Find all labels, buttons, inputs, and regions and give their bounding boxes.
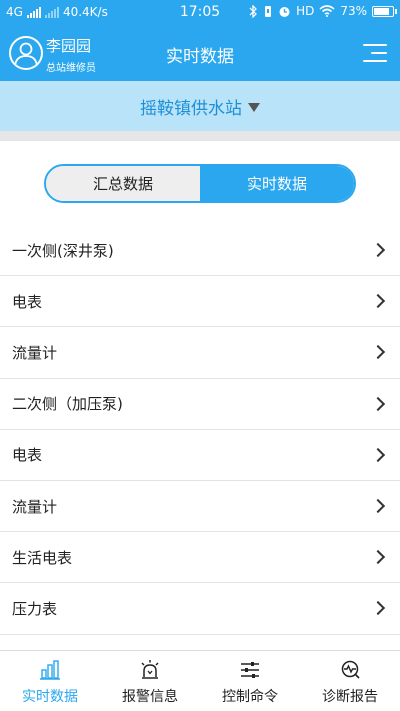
list-item-label: 压力表 xyxy=(12,599,58,618)
nav-realtime-data[interactable]: 实时数据 xyxy=(0,651,100,711)
section-divider xyxy=(0,131,400,141)
list-item-flow-meter[interactable]: 流量计 xyxy=(0,327,400,379)
vibrate-icon xyxy=(265,5,272,17)
nav-label: 诊断报告 xyxy=(322,689,378,705)
wifi-icon xyxy=(319,5,335,17)
chevron-right-icon xyxy=(370,498,386,514)
chevron-right-icon xyxy=(370,447,386,462)
list-item-label: 电表 xyxy=(12,292,43,311)
chevron-right-icon xyxy=(370,550,386,565)
app-header: 李园园 总站维修员 实时数据 xyxy=(0,26,400,81)
hd-label: HD xyxy=(296,4,315,18)
list-item-flow-meter-2[interactable]: 流量计 xyxy=(0,481,400,533)
menu-line xyxy=(363,44,387,46)
list-item-electric-meter[interactable]: 电表 xyxy=(0,276,400,328)
list-item-secondary-side[interactable]: 二次侧（加压泵) xyxy=(0,379,400,430)
nav-control-command[interactable]: 控制命令 xyxy=(200,651,300,711)
list-item-label: 电表 xyxy=(12,446,43,465)
bottom-nav: 实时数据 报警信息 控制命令 诊断报告 xyxy=(0,650,400,711)
battery-icon xyxy=(372,5,397,17)
chevron-right-icon xyxy=(370,294,386,309)
list-item-primary-side[interactable]: 一次侧(深井泵) xyxy=(0,225,400,277)
bluetooth-icon xyxy=(249,4,257,18)
battery-percent: 73% xyxy=(340,4,367,18)
status-right: HD 73% xyxy=(249,4,397,18)
status-bar: 4G 40.4K/s 17:05 HD 73% xyxy=(0,0,400,26)
nav-label: 实时数据 xyxy=(22,689,78,705)
realtime-data-tab[interactable]: 实时数据 xyxy=(200,166,354,201)
summary-data-tab[interactable]: 汇总数据 xyxy=(46,166,200,201)
dropdown-triangle-icon xyxy=(248,102,260,112)
list-item-label: 一次侧(深井泵) xyxy=(12,241,114,260)
list-item-electric-meter-2[interactable]: 电表 xyxy=(0,430,400,481)
station-selector[interactable]: 摇鞍镇供水站 xyxy=(0,81,400,131)
nav-diagnosis-report[interactable]: 诊断报告 xyxy=(300,651,400,711)
list-item-domestic-meter[interactable]: 生活电表 xyxy=(0,532,400,584)
station-name: 摇鞍镇供水站 xyxy=(140,98,242,119)
nav-label: 控制命令 xyxy=(222,689,278,705)
list-item-label: 生活电表 xyxy=(12,548,73,567)
list-item-label: 二次侧（加压泵) xyxy=(12,395,123,414)
chevron-right-icon xyxy=(370,601,386,616)
chevron-right-icon xyxy=(370,243,386,258)
diagnosis-icon xyxy=(341,660,360,679)
data-mode-toggle: 汇总数据 实时数据 xyxy=(44,164,356,203)
menu-line xyxy=(371,52,387,54)
alarm-clock-icon xyxy=(279,6,290,17)
menu-line xyxy=(363,60,387,62)
sliders-icon xyxy=(241,662,259,678)
data-category-list: 一次侧(深井泵) 电表 流量计 二次侧（加压泵) 电表 流量计 生活电表 压力表 xyxy=(0,225,400,635)
alarm-light-icon xyxy=(141,660,159,679)
bar-chart-icon xyxy=(40,660,60,680)
nav-label: 报警信息 xyxy=(122,689,178,705)
page-title: 实时数据 xyxy=(166,47,234,67)
chevron-right-icon xyxy=(370,396,386,411)
menu-button[interactable] xyxy=(363,42,387,64)
list-item-label: 流量计 xyxy=(12,497,58,516)
nav-alarm-info[interactable]: 报警信息 xyxy=(100,651,200,711)
chevron-right-icon xyxy=(370,345,386,360)
list-item-label: 流量计 xyxy=(12,343,58,362)
list-item-pressure-gauge[interactable]: 压力表 xyxy=(0,583,400,635)
